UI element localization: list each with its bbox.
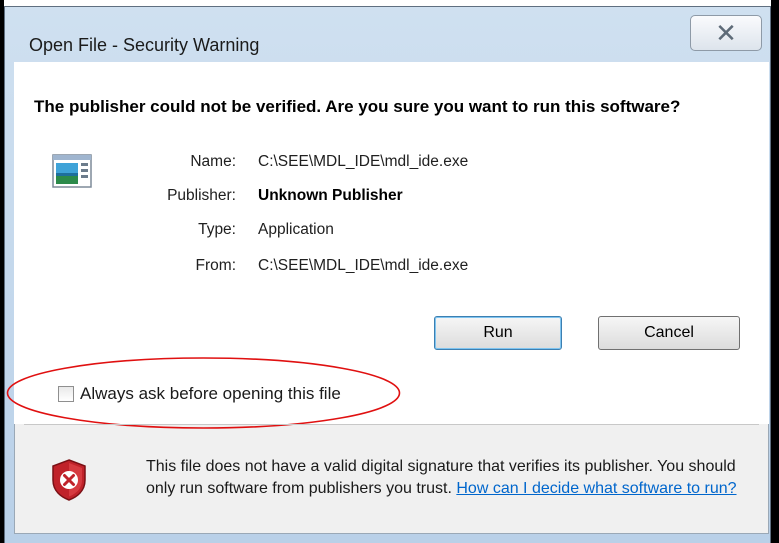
separator: [24, 424, 759, 425]
cancel-button[interactable]: Cancel: [598, 316, 740, 350]
close-button[interactable]: ✕: [690, 15, 762, 51]
name-value: C:\SEE\MDL_IDE\mdl_ide.exe: [258, 153, 469, 170]
help-link[interactable]: How can I decide what software to run?: [456, 480, 736, 497]
name-label: Name:: [190, 153, 236, 170]
type-label: Type:: [198, 221, 236, 238]
window-title: Open File - Security Warning: [29, 35, 260, 55]
always-ask-label[interactable]: Always ask before opening this file: [80, 384, 341, 404]
footer-message: This file does not have a valid digital …: [146, 456, 756, 500]
publisher-label: Publisher:: [167, 187, 236, 204]
title-bar[interactable]: Open File - Security Warning ✕: [5, 7, 770, 55]
publisher-value: Unknown Publisher: [258, 187, 403, 204]
security-shield-icon: [52, 459, 86, 501]
warning-heading: The publisher could not be verified. Are…: [34, 97, 681, 116]
from-value: C:\SEE\MDL_IDE\mdl_ide.exe: [258, 257, 469, 274]
from-label: From:: [195, 257, 236, 274]
always-ask-checkbox[interactable]: [58, 386, 74, 402]
type-value: Application: [258, 221, 334, 238]
run-button[interactable]: Run: [434, 316, 562, 350]
close-icon: ✕: [715, 18, 737, 48]
window-edge-right: [771, 0, 779, 543]
